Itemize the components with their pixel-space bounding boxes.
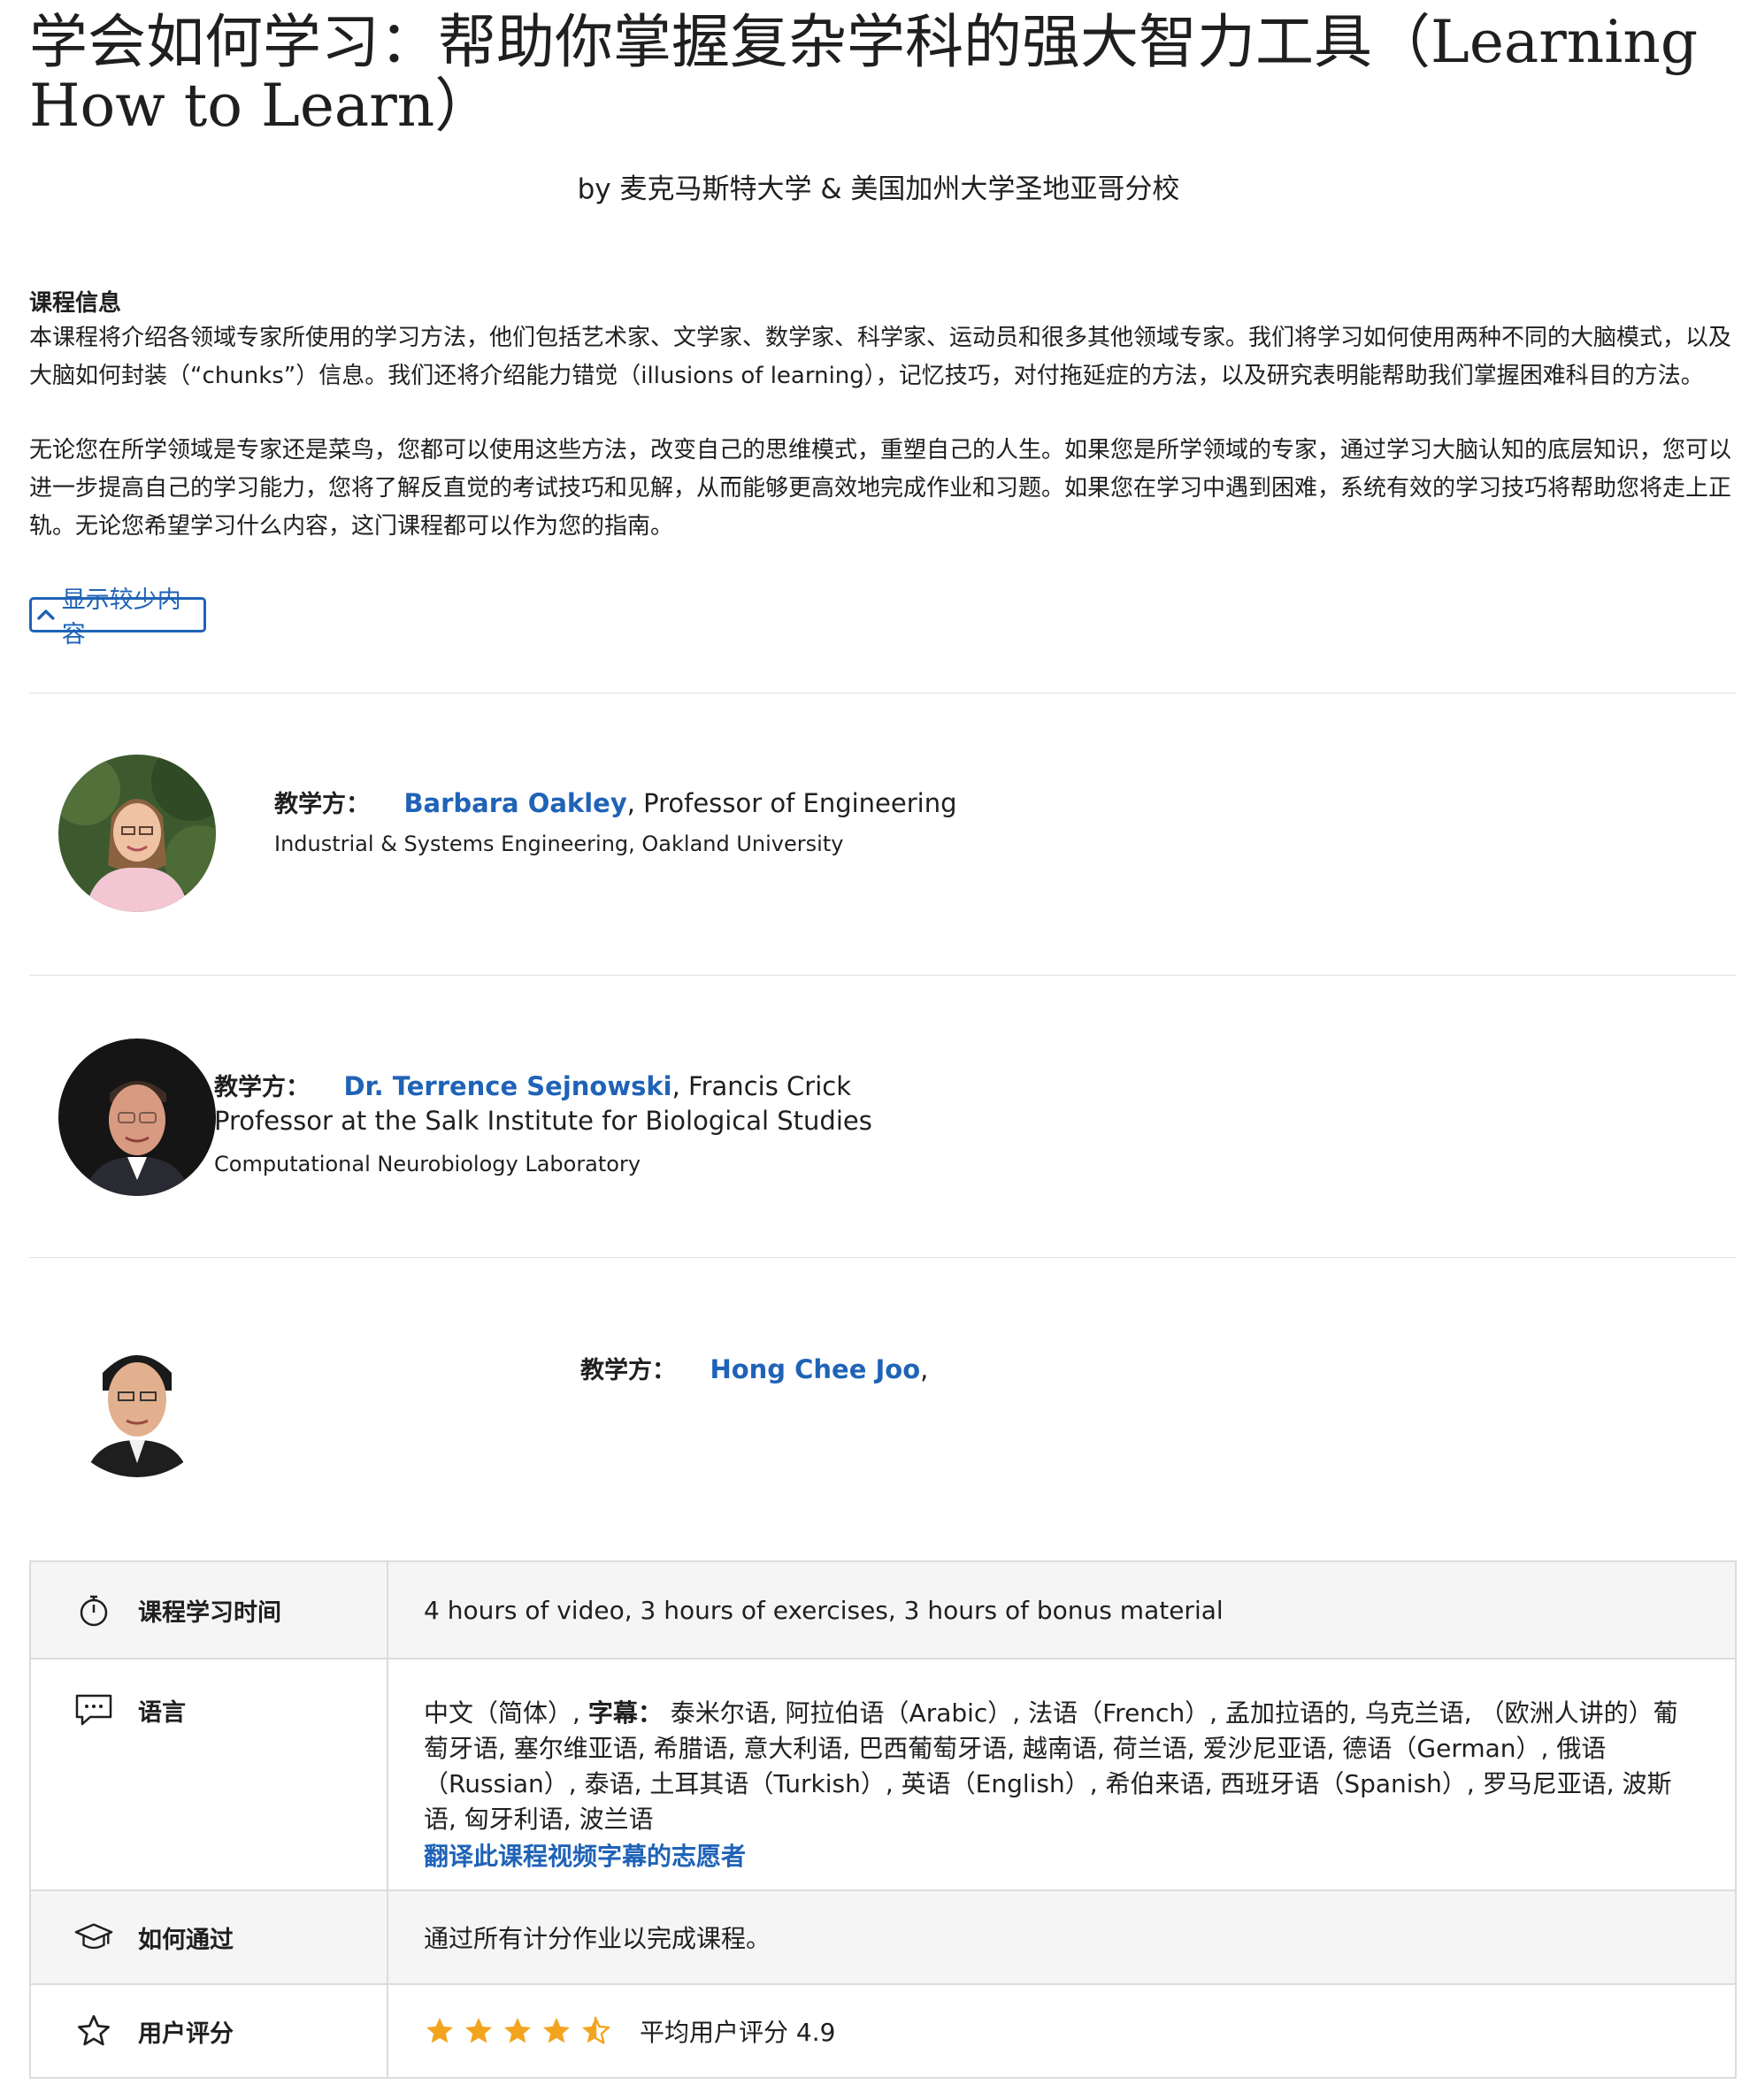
instructor-label: 教学方： — [214, 1074, 310, 1101]
instructor-org: Industrial & Systems Engineering, Oaklan… — [274, 832, 844, 856]
instructor-name-link[interactable]: Dr. Terrence Sejnowski — [343, 1071, 671, 1101]
graduation-cap-icon — [74, 1920, 113, 1955]
instructor-title: , Francis Crick — [671, 1071, 851, 1101]
about-paragraph-1: 本课程将介绍各领域专家所使用的学习方法，他们包括艺术家、文学家、数学家、科学家、… — [29, 325, 1732, 389]
course-title: 学会如何学习：帮助你掌握复杂学科的强大智力工具（Learning How to … — [29, 8, 1699, 140]
instructor-name-link[interactable]: Barbara Oakley — [403, 788, 626, 818]
instructor-avatar-joo[interactable] — [58, 1320, 216, 1477]
info-label-cell: 语言 — [29, 1658, 388, 1891]
language-label: 语言 — [138, 1698, 186, 1727]
info-row-duration: 课程学习时间 4 hours of video, 3 hours of exer… — [29, 1560, 1737, 1659]
info-row-rating: 用户评分 平均用户评分 4.9 — [29, 1983, 1737, 2079]
instructor-label: 教学方： — [580, 1357, 676, 1384]
instructor-name-link[interactable]: Hong Chee Joo — [710, 1354, 920, 1384]
show-less-label: 显示较少内容 — [61, 586, 181, 648]
info-value-cell: 中文（简体）, 字幕： 泰米尔语, 阿拉伯语（Arabic）, 法语（Frenc… — [387, 1658, 1737, 1891]
info-row-pass: 如何通过 通过所有计分作业以完成课程。 — [29, 1889, 1737, 1985]
rating-text: 平均用户评分 4.9 — [640, 2018, 836, 2047]
star-outline-icon — [74, 2013, 113, 2049]
star-icon — [465, 2018, 492, 2043]
duration-value: 4 hours of video, 3 hours of exercises, … — [424, 1595, 1224, 1625]
instructor-avatar-sejnowski[interactable] — [58, 1039, 216, 1196]
instructor-sejnowski: 教学方： Dr. Terrence Sejnowski, Francis Cri… — [214, 1068, 851, 1102]
instructor-label: 教学方： — [274, 791, 370, 818]
info-value-cell: 平均用户评分 4.9 — [387, 1983, 1737, 2079]
divider — [29, 693, 1737, 694]
instructor-oakley: 教学方： Barbara Oakley, Professor of Engine… — [274, 785, 957, 819]
language-list: 中文（简体）, 字幕： 泰米尔语, 阿拉伯语（Arabic）, 法语（Frenc… — [424, 1660, 1698, 1837]
chevron-up-icon — [37, 609, 55, 620]
info-label-cell: 课程学习时间 — [29, 1560, 388, 1659]
instructor-title-line2: Professor at the Salk Institute for Biol… — [214, 1106, 872, 1136]
half-star-icon — [582, 2016, 610, 2044]
divider — [29, 1257, 1737, 1258]
show-less-button[interactable]: 显示较少内容 — [29, 586, 206, 648]
stopwatch-icon — [74, 1592, 113, 1628]
pass-value: 通过所有计分作业以完成课程。 — [424, 1924, 771, 1953]
instructor-org: Computational Neurobiology Laboratory — [214, 1152, 641, 1176]
about-heading: 课程信息 — [29, 290, 122, 317]
language-primary: 中文（简体）, — [424, 1698, 588, 1728]
instructor-title: , — [920, 1354, 929, 1384]
star-icon — [426, 2018, 453, 2043]
duration-label: 课程学习时间 — [138, 1598, 281, 1627]
about-description: 本课程将介绍各领域专家所使用的学习方法，他们包括艺术家、文学家、数学家、科学家、… — [29, 319, 1732, 582]
info-label-cell: 如何通过 — [29, 1889, 388, 1985]
info-value-cell: 通过所有计分作业以完成课程。 — [387, 1889, 1737, 1985]
instructor-title: , Professor of Engineering — [626, 788, 957, 818]
about-paragraph-2: 无论您在所学领域是专家还是菜鸟，您都可以使用这些方法，改变自己的思维模式，重塑自… — [29, 437, 1732, 540]
pass-label: 如何通过 — [138, 1926, 234, 1954]
rating-stars: 平均用户评分 4.9 — [424, 2013, 1734, 2049]
info-row-language: 语言 中文（简体）, 字幕： 泰米尔语, 阿拉伯语（Arabic）, 法语（Fr… — [29, 1658, 1737, 1891]
instructor-avatar-oakley[interactable] — [58, 755, 216, 912]
course-byline: by 麦克马斯特大学 & 美国加州大学圣地亚哥分校 — [577, 173, 1180, 205]
course-info-table: 课程学习时间 4 hours of video, 3 hours of exer… — [29, 1560, 1737, 2079]
course-page: 学会如何学习：帮助你掌握复杂学科的强大智力工具（Learning How to … — [0, 0, 1757, 2100]
chat-bubble-icon — [74, 1692, 113, 1728]
divider — [29, 975, 1737, 976]
star-icon — [504, 2018, 531, 2043]
star-icon — [543, 2018, 570, 2043]
info-label-cell: 用户评分 — [29, 1983, 388, 2079]
info-value-cell: 4 hours of video, 3 hours of exercises, … — [387, 1560, 1737, 1659]
subtitles-label: 字幕： — [587, 1698, 663, 1728]
rating-label: 用户评分 — [138, 2020, 234, 2048]
volunteer-link[interactable]: 翻译此课程视频字幕的志愿者 — [424, 1837, 1734, 1873]
instructor-joo: 教学方： Hong Chee Joo, — [580, 1351, 928, 1385]
